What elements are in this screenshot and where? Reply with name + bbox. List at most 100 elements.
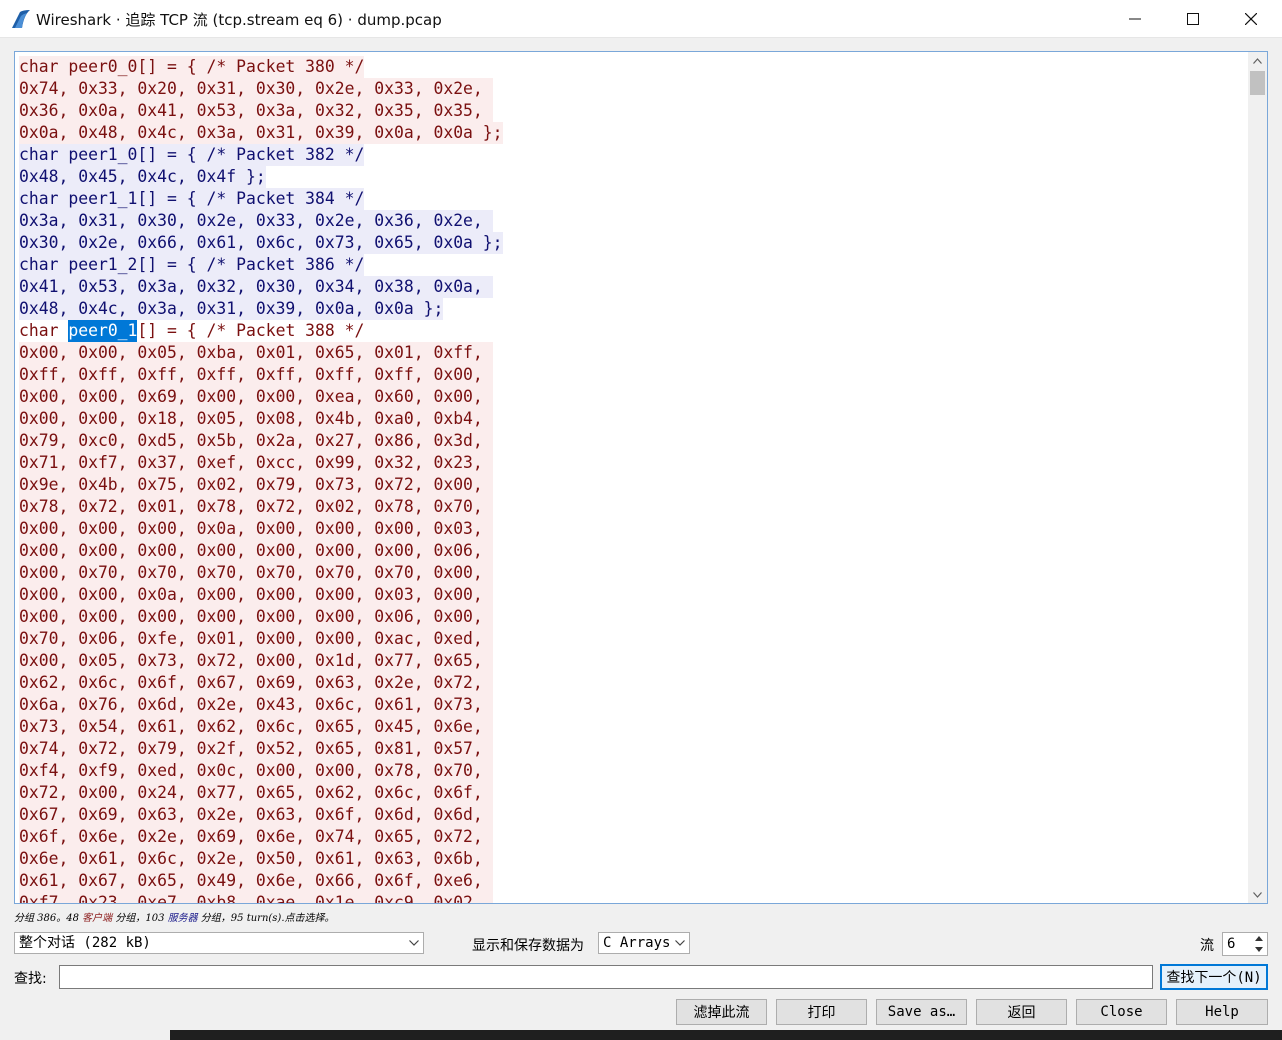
stream-line[interactable]: 0x74, 0x72, 0x79, 0x2f, 0x52, 0x65, 0x81… <box>19 738 1249 760</box>
stream-segment: 0x00, 0x00, 0x0a, 0x00, 0x00, 0x00, 0x03… <box>19 584 493 606</box>
stream-line[interactable]: 0x6f, 0x6e, 0x2e, 0x69, 0x6e, 0x74, 0x65… <box>19 826 1249 848</box>
stream-number-value: 6 <box>1227 936 1236 952</box>
stream-line[interactable]: 0x72, 0x00, 0x24, 0x77, 0x65, 0x62, 0x6c… <box>19 782 1249 804</box>
stream-segment: char peer1_1[] = { /* Packet 384 */ <box>19 188 365 210</box>
stream-line[interactable]: 0x78, 0x72, 0x01, 0x78, 0x72, 0x02, 0x78… <box>19 496 1249 518</box>
find-next-button[interactable]: 查找下一个(N) <box>1160 964 1268 990</box>
stream-segment: 0x9e, 0x4b, 0x75, 0x02, 0x79, 0x73, 0x72… <box>19 474 493 496</box>
stream-segment: 0x48, 0x4c, 0x3a, 0x31, 0x39, 0x0a, 0x0a… <box>19 298 444 320</box>
stream-line[interactable]: 0x3a, 0x31, 0x30, 0x2e, 0x33, 0x2e, 0x36… <box>19 210 1249 232</box>
stream-line[interactable]: 0x41, 0x53, 0x3a, 0x32, 0x30, 0x34, 0x38… <box>19 276 1249 298</box>
stream-segment: 0x78, 0x72, 0x01, 0x78, 0x72, 0x02, 0x78… <box>19 496 493 518</box>
stream-line[interactable]: 0x79, 0xc0, 0xd5, 0x5b, 0x2a, 0x27, 0x86… <box>19 430 1249 452</box>
stream-line[interactable]: 0x48, 0x45, 0x4c, 0x4f }; <box>19 166 1249 188</box>
window-title: Wireshark · 追踪 TCP 流 (tcp.stream eq 6) ·… <box>36 11 442 29</box>
stream-line[interactable]: 0x00, 0x00, 0x00, 0x00, 0x00, 0x00, 0x00… <box>19 540 1249 562</box>
stream-line[interactable]: 0x48, 0x4c, 0x3a, 0x31, 0x39, 0x0a, 0x0a… <box>19 298 1249 320</box>
stream-segment: 0xf4, 0xf9, 0xed, 0x0c, 0x00, 0x00, 0x78… <box>19 760 493 782</box>
stream-line[interactable]: 0x30, 0x2e, 0x66, 0x61, 0x6c, 0x73, 0x65… <box>19 232 1249 254</box>
stream-number-label: 流 <box>1200 938 1214 954</box>
conversation-select[interactable]: 整个对话 (282 kB) <box>14 932 424 954</box>
scroll-down-arrow-icon[interactable] <box>1248 886 1267 903</box>
scroll-up-arrow-icon[interactable] <box>1248 52 1267 69</box>
spin-down-icon[interactable] <box>1252 944 1266 955</box>
stream-line[interactable]: 0x00, 0x05, 0x73, 0x72, 0x00, 0x1d, 0x77… <box>19 650 1249 672</box>
stream-line[interactable]: 0xf4, 0xf9, 0xed, 0x0c, 0x00, 0x00, 0x78… <box>19 760 1249 782</box>
back-button[interactable]: 返回 <box>976 999 1067 1025</box>
stream-segment: 0x70, 0x06, 0xfe, 0x01, 0x00, 0x00, 0xac… <box>19 628 493 650</box>
stream-line[interactable]: char peer1_2[] = { /* Packet 386 */ <box>19 254 1249 276</box>
scrollbar-thumb[interactable] <box>1250 71 1265 95</box>
stream-summary: 分组 386。48 客户端 分组，103 服务器 分组，95 turn(s).点… <box>14 909 335 924</box>
print-button[interactable]: 打印 <box>776 999 867 1025</box>
stream-segment: 0x3a, 0x31, 0x30, 0x2e, 0x33, 0x2e, 0x36… <box>19 210 493 232</box>
stream-segment: 0x48, 0x45, 0x4c, 0x4f }; <box>19 166 266 188</box>
stream-line[interactable]: 0x36, 0x0a, 0x41, 0x53, 0x3a, 0x32, 0x35… <box>19 100 1249 122</box>
stream-line[interactable]: 0x9e, 0x4b, 0x75, 0x02, 0x79, 0x73, 0x72… <box>19 474 1249 496</box>
stream-line[interactable]: 0x00, 0x00, 0x69, 0x00, 0x00, 0xea, 0x60… <box>19 386 1249 408</box>
stream-line[interactable]: 0x70, 0x06, 0xfe, 0x01, 0x00, 0x00, 0xac… <box>19 628 1249 650</box>
stream-segment: 0x73, 0x54, 0x61, 0x62, 0x6c, 0x65, 0x45… <box>19 716 493 738</box>
stream-segment: 0x0a, 0x48, 0x4c, 0x3a, 0x31, 0x39, 0x0a… <box>19 122 503 144</box>
stream-line[interactable]: 0x67, 0x69, 0x63, 0x2e, 0x63, 0x6f, 0x6d… <box>19 804 1249 826</box>
stream-line[interactable]: char peer0_1[] = { /* Packet 388 */ <box>19 320 1249 342</box>
stream-line[interactable]: 0x73, 0x54, 0x61, 0x62, 0x6c, 0x65, 0x45… <box>19 716 1249 738</box>
stream-segment: 0xff, 0xff, 0xff, 0xff, 0xff, 0xff, 0xff… <box>19 364 493 386</box>
stream-segment: 0x79, 0xc0, 0xd5, 0x5b, 0x2a, 0x27, 0x86… <box>19 430 493 452</box>
spin-up-icon[interactable] <box>1252 933 1266 944</box>
maximize-button[interactable] <box>1164 0 1222 38</box>
vertical-scrollbar[interactable] <box>1248 52 1267 903</box>
show-as-select[interactable]: C Arrays <box>598 932 690 954</box>
stream-segment: 0x00, 0x00, 0x18, 0x05, 0x08, 0x4b, 0xa0… <box>19 408 493 430</box>
selected-text: peer0_1 <box>68 320 138 342</box>
stream-segment: 0x00, 0x00, 0x00, 0x00, 0x00, 0x00, 0x06… <box>19 606 493 628</box>
title-bar: Wireshark · 追踪 TCP 流 (tcp.stream eq 6) ·… <box>0 0 1282 38</box>
minimize-icon <box>1129 18 1141 20</box>
stream-line[interactable]: 0x00, 0x70, 0x70, 0x70, 0x70, 0x70, 0x70… <box>19 562 1249 584</box>
stream-line[interactable]: 0x00, 0x00, 0x00, 0x0a, 0x00, 0x00, 0x00… <box>19 518 1249 540</box>
stream-content-area[interactable]: char peer0_0[] = { /* Packet 380 */0x74,… <box>14 51 1268 904</box>
find-input[interactable] <box>59 965 1153 989</box>
stream-line[interactable]: char peer1_0[] = { /* Packet 382 */ <box>19 144 1249 166</box>
stream-segment: 0x74, 0x72, 0x79, 0x2f, 0x52, 0x65, 0x81… <box>19 738 493 760</box>
stream-segment: 0x00, 0x05, 0x73, 0x72, 0x00, 0x1d, 0x77… <box>19 650 493 672</box>
save-as-button[interactable]: Save as… <box>876 999 967 1025</box>
stream-segment: 0x74, 0x33, 0x20, 0x31, 0x30, 0x2e, 0x33… <box>19 78 493 100</box>
close-button[interactable]: Close <box>1076 999 1167 1025</box>
stream-segment: 0x00, 0x00, 0x00, 0x0a, 0x00, 0x00, 0x00… <box>19 518 493 540</box>
stream-line[interactable]: char peer1_1[] = { /* Packet 384 */ <box>19 188 1249 210</box>
stream-line[interactable]: 0x0a, 0x48, 0x4c, 0x3a, 0x31, 0x39, 0x0a… <box>19 122 1249 144</box>
stream-segment: 0x67, 0x69, 0x63, 0x2e, 0x63, 0x6f, 0x6d… <box>19 804 493 826</box>
stream-line[interactable]: char peer0_0[] = { /* Packet 380 */ <box>19 56 1249 78</box>
summary-suffix: 分组，95 turn(s).点击选择。 <box>197 913 335 924</box>
maximize-icon <box>1187 13 1199 25</box>
stream-segment: char peer1_2[] = { /* Packet 386 */ <box>19 254 365 276</box>
stream-segment: 0xf7, 0x23, 0xe7, 0xb8, 0xae, 0x1e, 0xc9… <box>19 892 493 903</box>
stream-segment: 0x00, 0x00, 0x00, 0x00, 0x00, 0x00, 0x00… <box>19 540 493 562</box>
stream-line[interactable]: 0x00, 0x00, 0x18, 0x05, 0x08, 0x4b, 0xa0… <box>19 408 1249 430</box>
stream-segment: 0x00, 0x00, 0x05, 0xba, 0x01, 0x65, 0x01… <box>19 342 493 364</box>
filter-out-stream-button[interactable]: 滤掉此流 <box>676 999 767 1025</box>
find-label: 查找: <box>14 971 47 987</box>
stream-line[interactable]: 0xff, 0xff, 0xff, 0xff, 0xff, 0xff, 0xff… <box>19 364 1249 386</box>
stream-line[interactable]: 0xf7, 0x23, 0xe7, 0xb8, 0xae, 0x1e, 0xc9… <box>19 892 1249 903</box>
close-window-button[interactable] <box>1222 0 1280 38</box>
summary-middle: 分组，103 <box>112 913 168 924</box>
help-button[interactable]: Help <box>1176 999 1268 1025</box>
stream-line[interactable]: 0x00, 0x00, 0x0a, 0x00, 0x00, 0x00, 0x03… <box>19 584 1249 606</box>
stream-line[interactable]: 0x74, 0x33, 0x20, 0x31, 0x30, 0x2e, 0x33… <box>19 78 1249 100</box>
stream-line[interactable]: 0x00, 0x00, 0x05, 0xba, 0x01, 0x65, 0x01… <box>19 342 1249 364</box>
minimize-button[interactable] <box>1106 0 1164 38</box>
stream-line[interactable]: 0x6e, 0x61, 0x6c, 0x2e, 0x50, 0x61, 0x63… <box>19 848 1249 870</box>
stream-line[interactable]: 0x62, 0x6c, 0x6f, 0x67, 0x69, 0x63, 0x2e… <box>19 672 1249 694</box>
stream-line[interactable]: 0x71, 0xf7, 0x37, 0xef, 0xcc, 0x99, 0x32… <box>19 452 1249 474</box>
stream-line[interactable]: 0x6a, 0x76, 0x6d, 0x2e, 0x43, 0x6c, 0x61… <box>19 694 1249 716</box>
stream-segment: 0x61, 0x67, 0x65, 0x49, 0x6e, 0x66, 0x6f… <box>19 870 493 892</box>
stream-segment: 0x71, 0xf7, 0x37, 0xef, 0xcc, 0x99, 0x32… <box>19 452 493 474</box>
taskbar-edge <box>170 1030 1282 1040</box>
stream-number-spinbox[interactable]: 6 <box>1222 932 1268 956</box>
stream-line[interactable]: 0x00, 0x00, 0x00, 0x00, 0x00, 0x00, 0x06… <box>19 606 1249 628</box>
stream-segment: [] = { /* Packet 388 */ <box>137 321 365 340</box>
stream-line[interactable]: 0x61, 0x67, 0x65, 0x49, 0x6e, 0x66, 0x6f… <box>19 870 1249 892</box>
stream-text[interactable]: char peer0_0[] = { /* Packet 380 */0x74,… <box>19 56 1249 903</box>
